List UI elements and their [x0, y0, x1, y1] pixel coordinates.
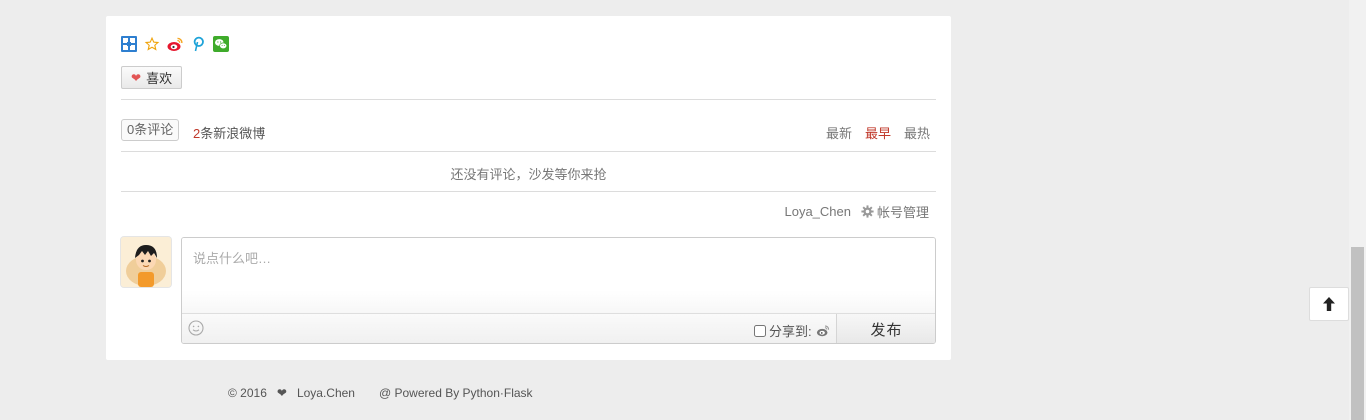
qzone-icon[interactable] — [144, 36, 160, 52]
sort-tabs: 最新 最早 最热 — [826, 123, 930, 142]
like-button[interactable]: ❤ 喜欢 — [121, 66, 183, 89]
footer: © 2016 ❤ Loya.Chen @ Powered By Python·F… — [228, 386, 533, 400]
username-link[interactable]: Loya_Chen — [784, 204, 851, 219]
gear-icon — [861, 205, 874, 218]
heart-icon: ❤ — [131, 70, 142, 85]
editor-toolbar: 分享到: 发布 — [182, 313, 935, 343]
wechat-icon[interactable] — [213, 36, 229, 52]
footer-copyright: © 2016 — [228, 386, 267, 400]
empty-comments-message: 还没有评论，沙发等你来抢 — [450, 167, 607, 182]
heart-icon: ❤ — [276, 386, 287, 400]
share-to-weibo: 分享到: — [754, 321, 831, 340]
comment-editor: 分享到: 发布 — [181, 237, 936, 344]
emoji-icon[interactable] — [188, 320, 204, 336]
pinterest-icon[interactable] — [190, 36, 206, 52]
weibo-icon — [816, 325, 829, 337]
sort-earliest-tab[interactable]: 最早 — [865, 123, 891, 142]
comment-input[interactable] — [182, 238, 935, 313]
footer-author: Loya.Chen — [296, 386, 355, 400]
scrollbar-thumb[interactable] — [1351, 247, 1364, 420]
share-icons-row — [121, 36, 229, 52]
account-row: Loya_Chen 帐号管理 — [784, 202, 929, 221]
weibo-count-label: 条新浪微博 — [200, 126, 266, 141]
sort-latest-tab[interactable]: 最新 — [826, 123, 852, 142]
divider — [121, 191, 936, 192]
avatar — [121, 237, 171, 287]
avatar-image — [121, 237, 171, 287]
weibo-count-tab[interactable]: 2条新浪微博 — [193, 123, 265, 142]
footer-powered: @ Powered By Python·Flask — [378, 386, 533, 400]
divider — [121, 151, 936, 152]
plus-share-icon[interactable] — [121, 36, 137, 52]
back-to-top-button[interactable] — [1309, 287, 1349, 321]
share-to-label: 分享到: — [769, 324, 812, 339]
comment-count-tab[interactable]: 0条评论 — [121, 119, 180, 141]
weibo-icon[interactable] — [167, 36, 183, 52]
account-manage-label: 帐号管理 — [876, 205, 929, 220]
share-to-checkbox[interactable] — [754, 324, 766, 337]
publish-button[interactable]: 发布 — [836, 314, 935, 343]
sort-hottest-tab[interactable]: 最热 — [904, 123, 930, 142]
like-label: 喜欢 — [146, 71, 173, 86]
arrow-up-icon — [1323, 297, 1335, 311]
account-manage-link[interactable]: 帐号管理 — [861, 202, 929, 221]
comment-section-card: ❤ 喜欢 0条评论 2条新浪微博 最新 最早 最热 还没有评论，沙发等你来抢 L… — [106, 16, 951, 360]
divider — [121, 99, 936, 100]
